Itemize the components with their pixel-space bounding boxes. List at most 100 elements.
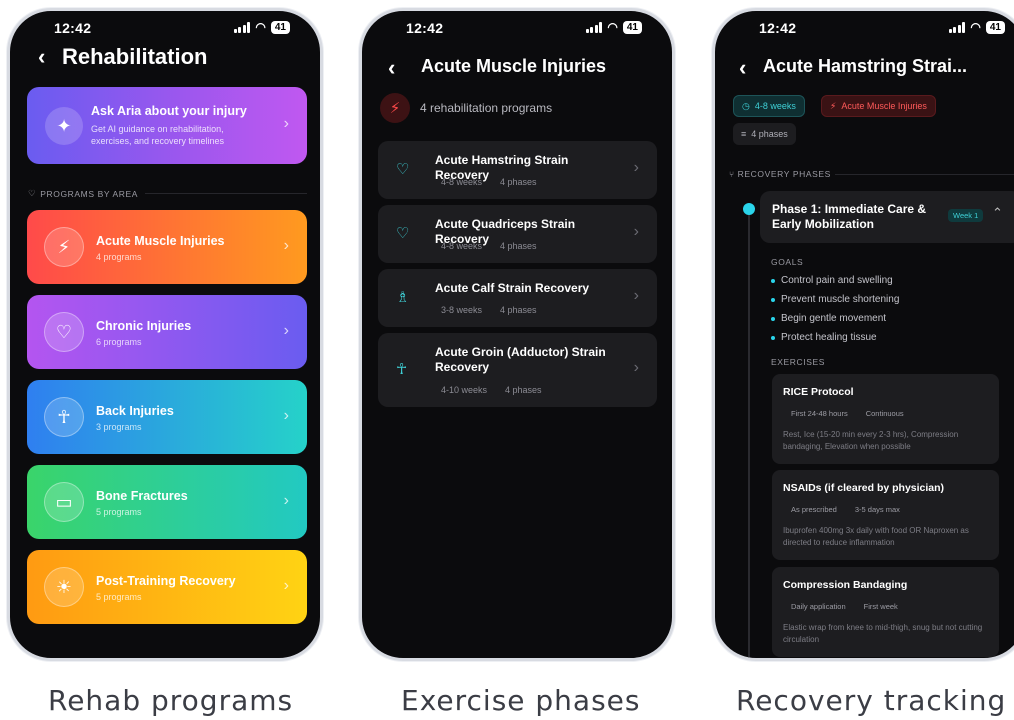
phases-chip: ≡ 4 phases xyxy=(733,123,796,145)
program-card[interactable]: ☥ Acute Groin (Adductor) Strain Recovery 4… xyxy=(378,333,657,407)
program-meta: 3-8 weeks 4 phases xyxy=(441,305,537,315)
area-count: 3 programs xyxy=(96,422,142,432)
programs-count: 4 rehabilitation programs xyxy=(420,101,553,115)
area-count: 6 programs xyxy=(96,337,142,347)
goal-item: Control pain and swelling xyxy=(771,275,893,286)
exercise-duration: Continuous xyxy=(865,409,904,418)
exercise-duration: First week xyxy=(863,602,898,611)
area-card[interactable]: ♡ Chronic Injuries 6 programs › xyxy=(27,295,307,369)
heart-pulse-icon: ♡ xyxy=(396,225,410,242)
battery-icon: 41 xyxy=(985,20,1005,34)
person-icon: ☥ xyxy=(396,361,408,378)
goal-text: Prevent muscle shortening xyxy=(781,294,900,305)
area-title: Back Injuries xyxy=(96,404,174,418)
walking-icon: ♗ xyxy=(396,289,410,306)
back-button[interactable]: ‹ xyxy=(388,55,395,81)
signal-icon xyxy=(585,21,603,33)
exercise-title: NSAIDs (if cleared by physician) xyxy=(783,482,945,494)
battery-icon: 41 xyxy=(270,20,290,34)
exercise-card[interactable]: RICE Protocol First 24-48 hours Continuous… xyxy=(772,374,999,464)
status-time: 12:42 xyxy=(54,20,92,36)
exercise-description: Elastic wrap from knee to mid-thigh, snu… xyxy=(783,623,983,644)
bullet xyxy=(771,335,775,340)
area-card[interactable]: ☥ Back Injuries 3 programs › xyxy=(27,380,307,454)
exercise-frequency: Daily application xyxy=(791,602,846,611)
program-phases: 4 phases xyxy=(500,241,537,251)
phone-rehabilitation: 12:42 ◠ 41 ‹ Rehabilitation ✦ Ask Aria a… xyxy=(7,8,323,661)
divider xyxy=(145,193,307,194)
program-meta: 4-8 weeks 4 phases xyxy=(441,241,537,251)
sun-icon: ☀ xyxy=(44,567,84,607)
sparkle-icon: ✦ xyxy=(45,107,83,145)
wifi-icon: ◠ xyxy=(970,20,981,34)
area-title: Chronic Injuries xyxy=(96,319,192,333)
goal-text: Protect healing tissue xyxy=(781,332,877,343)
exercise-title: Compression Bandaging xyxy=(783,579,908,591)
exercise-meta: As prescribed 3-5 days max xyxy=(791,505,900,514)
chevron-right-icon: › xyxy=(283,492,289,509)
goals-label: GOALS xyxy=(771,257,804,267)
exercise-duration: 3-5 days max xyxy=(854,505,900,514)
area-card[interactable]: ▭ Bone Fractures 5 programs › xyxy=(27,465,307,539)
chevron-right-icon: › xyxy=(283,577,289,594)
status-time: 12:42 xyxy=(759,20,797,36)
program-weeks: 3-8 weeks xyxy=(441,305,483,315)
chevron-right-icon: › xyxy=(283,322,289,339)
chevron-right-icon: › xyxy=(633,359,639,376)
area-count: 5 programs xyxy=(96,507,142,517)
divider xyxy=(835,174,1014,175)
exercise-frequency: As prescribed xyxy=(791,505,837,514)
exercise-card[interactable]: Compression Bandaging Daily application Fi… xyxy=(772,567,999,657)
timeline-dot xyxy=(743,203,755,215)
program-weeks: 4-8 weeks xyxy=(441,241,483,251)
chevron-right-icon: › xyxy=(633,159,639,176)
ask-aria-card[interactable]: ✦ Ask Aria about your injury Get AI guid… xyxy=(27,87,307,164)
lightning-icon: ⚡︎ xyxy=(44,227,84,267)
heart-pulse-icon: ♡ xyxy=(396,161,410,178)
exercise-frequency: First 24-48 hours xyxy=(791,409,848,418)
area-card[interactable]: ⚡︎ Acute Muscle Injuries 4 programs › xyxy=(27,210,307,284)
chevron-right-icon: › xyxy=(633,223,639,240)
lightning-icon: ⚡︎ xyxy=(380,93,410,123)
phone-category: 12:42 ◠ 41 ‹ Acute Muscle Injuries ⚡︎ 4 … xyxy=(359,8,675,661)
area-count: 5 programs xyxy=(96,592,142,602)
bandage-icon: ▭ xyxy=(44,482,84,522)
exercise-meta: First 24-48 hours Continuous xyxy=(791,409,904,418)
page-title: Acute Muscle Injuries xyxy=(421,56,607,76)
area-title: Acute Muscle Injuries xyxy=(96,234,225,248)
category-chip[interactable]: ⚡︎ Acute Muscle Injuries xyxy=(821,95,936,117)
program-phases: 4 phases xyxy=(505,385,542,395)
program-card[interactable]: ♗ Acute Calf Strain Recovery 3-8 weeks 4 ph… xyxy=(378,269,657,327)
program-phases: 4 phases xyxy=(500,305,537,315)
area-title: Bone Fractures xyxy=(96,489,188,503)
duration-chip: ◷ 4-8 weeks xyxy=(733,95,805,117)
phase-title: Phase 1: Immediate Care & Early Mobiliza… xyxy=(772,202,927,231)
week-badge: Week 1 xyxy=(948,209,984,222)
area-card[interactable]: ☀ Post-Training Recovery 5 programs › xyxy=(27,550,307,624)
back-button[interactable]: ‹ xyxy=(739,55,746,81)
back-button[interactable]: ‹ xyxy=(38,44,45,70)
chevron-up-icon[interactable]: ⌃ xyxy=(992,205,1003,221)
heart-icon: ♡ xyxy=(28,188,37,198)
status-bar: 12:42 ◠ 41 xyxy=(10,17,320,39)
phase-card[interactable]: Phase 1: Immediate Care & Early Mobiliza… xyxy=(760,191,1014,243)
chevron-right-icon: › xyxy=(283,407,289,424)
goal-item: Begin gentle movement xyxy=(771,313,886,324)
section-label: PROGRAMS BY AREA xyxy=(40,188,139,199)
lightning-icon: ⚡︎ xyxy=(830,100,837,111)
exercise-card[interactable]: NSAIDs (if cleared by physician) As presc… xyxy=(772,470,999,560)
program-weeks: 4-10 weeks xyxy=(441,385,488,395)
goal-item: Prevent muscle shortening xyxy=(771,294,899,305)
chevron-right-icon: › xyxy=(283,115,289,132)
wifi-icon: ◠ xyxy=(255,20,266,34)
bullet xyxy=(771,278,775,283)
page-title: Rehabilitation xyxy=(62,44,208,69)
exercise-meta: Daily application First week xyxy=(791,602,898,611)
aria-subtitle: Get AI guidance on rehabilitation, exerc… xyxy=(91,124,225,146)
layers-icon: ≡ xyxy=(741,129,747,139)
program-card[interactable]: ♡ Acute Quadriceps Strain Recovery 4-8 wee… xyxy=(378,205,657,263)
caption-rehab-programs: Rehab programs xyxy=(48,684,294,717)
chevron-right-icon: › xyxy=(633,287,639,304)
bullet xyxy=(771,297,775,302)
program-card[interactable]: ♡ Acute Hamstring Strain Recovery 4-8 week… xyxy=(378,141,657,199)
